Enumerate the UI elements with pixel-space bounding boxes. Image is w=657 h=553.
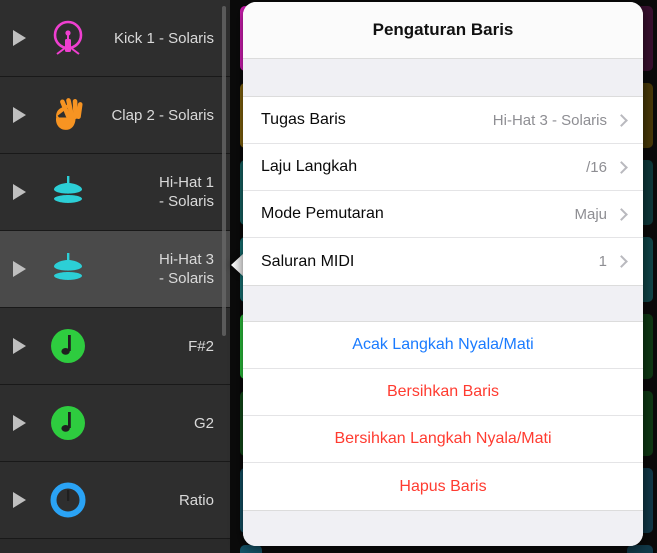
hi-hat-cymbal-icon xyxy=(38,247,98,291)
kick-drum-icon xyxy=(38,16,98,60)
action-button[interactable]: Bersihkan Baris xyxy=(243,369,643,416)
note-icon xyxy=(38,401,98,445)
track-name: Kick 1 - Solaris xyxy=(113,29,214,47)
row-settings-popover: Pengaturan Baris Tugas Baris Hi-Hat 3 - S… xyxy=(243,2,643,546)
setting-row[interactable]: Tugas Baris Hi-Hat 3 - Solaris xyxy=(243,97,643,144)
track-row[interactable]: Hi-Hat 1 - Solaris xyxy=(0,154,230,231)
settings-group: Tugas Baris Hi-Hat 3 - Solaris Laju Langka… xyxy=(243,97,643,285)
step-cell[interactable] xyxy=(240,545,262,553)
track-name: Clap 2 - Solaris xyxy=(111,106,214,124)
popover-mid-spacer xyxy=(243,285,643,322)
track-row[interactable]: Ratio xyxy=(0,462,230,539)
chevron-right-icon xyxy=(615,207,628,221)
track-name: G2 xyxy=(193,414,214,432)
chevron-right-icon xyxy=(615,113,628,127)
setting-value: 1 xyxy=(598,253,607,270)
play-triangle-icon[interactable] xyxy=(0,338,38,354)
step-cell[interactable] xyxy=(627,545,653,553)
setting-value: Hi-Hat 3 - Solaris xyxy=(492,111,607,129)
play-triangle-icon[interactable] xyxy=(0,415,38,431)
track-name: Hi-Hat 1 - Solaris xyxy=(158,174,214,210)
setting-label: Laju Langkah xyxy=(261,158,358,175)
setting-row[interactable]: Saluran MIDI 1 xyxy=(243,238,643,285)
chevron-right-icon xyxy=(615,255,628,268)
play-triangle-icon[interactable] xyxy=(0,30,38,46)
setting-row[interactable]: Laju Langkah/16 xyxy=(243,144,643,191)
hi-hat-cymbal-icon xyxy=(38,170,98,214)
play-triangle-icon[interactable] xyxy=(0,184,38,200)
sequencer-screen: Kick 1 - Solaris Clap 2 - Solaris Hi-Hat 1… xyxy=(0,0,657,553)
note-icon xyxy=(38,324,98,368)
track-row[interactable]: F#2 xyxy=(0,308,230,385)
track-list-scrollbar[interactable] xyxy=(222,6,226,336)
track-row[interactable]: Hi-Hat 3 - Solaris xyxy=(0,231,230,308)
clap-hand-icon xyxy=(38,93,98,137)
play-triangle-icon[interactable] xyxy=(0,261,38,277)
popover-bottom-spacer xyxy=(243,510,643,546)
setting-value: Maju xyxy=(574,205,607,223)
play-triangle-icon[interactable] xyxy=(0,492,38,508)
setting-label: Tugas Baris xyxy=(261,111,346,128)
setting-label: Mode Pemutaran xyxy=(261,205,384,222)
track-name: Ratio xyxy=(178,491,214,509)
chevron-right-icon xyxy=(615,160,628,174)
popover-title: Pengaturan Baris xyxy=(243,2,643,59)
play-triangle-icon[interactable] xyxy=(0,107,38,123)
popover-top-spacer xyxy=(243,59,643,97)
track-row[interactable]: Clap 2 - Solaris xyxy=(0,77,230,154)
setting-row[interactable]: Mode Pemutaran Maju xyxy=(243,191,643,238)
track-name: Hi-Hat 3 - Solaris xyxy=(158,251,214,287)
action-button[interactable]: Acak Langkah Nyala/Mati xyxy=(243,322,643,369)
knob-icon xyxy=(38,478,98,522)
track-list[interactable]: Kick 1 - Solaris Clap 2 - Solaris Hi-Hat 1… xyxy=(0,0,230,553)
action-button[interactable]: Bersihkan Langkah Nyala/Mati xyxy=(243,416,643,463)
track-row[interactable]: Kick 1 - Solaris xyxy=(0,0,230,77)
setting-label: Saluran MIDI xyxy=(261,252,355,270)
actions-group: Acak Langkah Nyala/Mati Bersihkan Baris Be… xyxy=(243,322,643,510)
setting-value: /16 xyxy=(586,158,607,176)
track-name: F#2 xyxy=(188,337,214,355)
track-row[interactable]: G2 xyxy=(0,385,230,462)
action-button[interactable]: Hapus Baris xyxy=(243,463,643,510)
